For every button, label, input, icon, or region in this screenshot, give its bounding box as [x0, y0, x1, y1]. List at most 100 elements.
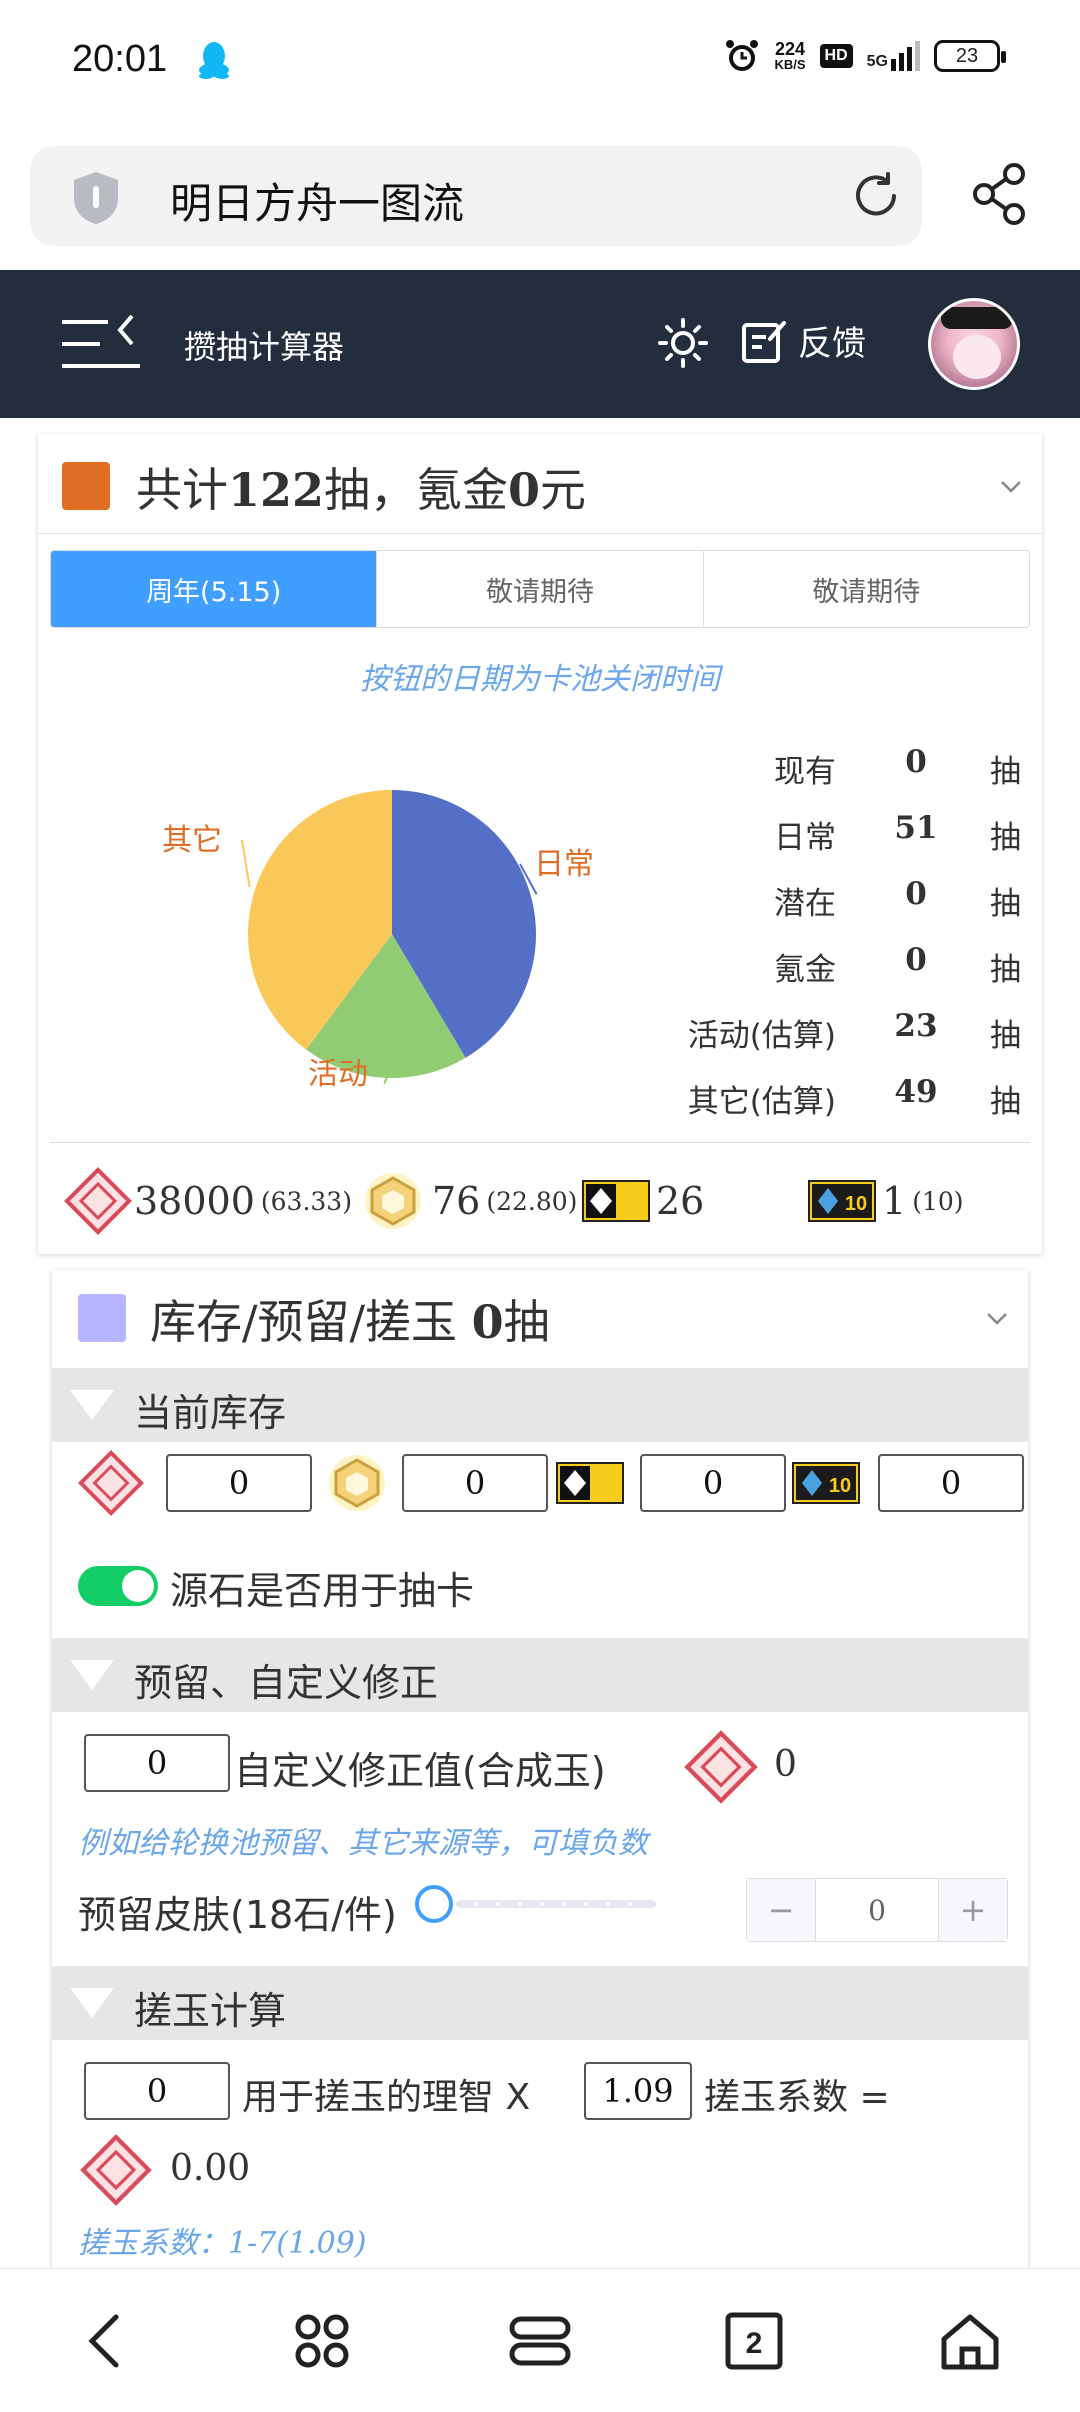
feedback-button[interactable]: 反馈 [740, 316, 866, 365]
home-icon[interactable] [938, 2309, 1002, 2373]
signal-icon: 5G [867, 41, 920, 71]
originium-icon [329, 1455, 385, 1511]
pull-source-pie-chart: 日常活动 其它 [162, 790, 594, 1092]
grind-coefficient-input[interactable]: 1.09 [584, 2062, 692, 2120]
inventory-title: 库存/预留/搓玉 0抽 [150, 1295, 550, 1349]
custom-correction-result: 0 [774, 1744, 797, 1785]
skin-stepper: − 0 + [746, 1878, 1008, 1942]
tab-coming-soon-2[interactable]: 敬请期待 [702, 551, 1029, 627]
total-pulls: 122 [228, 463, 325, 517]
ten-ticket-count-label: 10 [845, 1193, 867, 1215]
shield-icon[interactable] [70, 170, 122, 226]
grind-hint: 搓玉系数：1-7(1.09) [78, 2226, 367, 2261]
edit-icon [742, 320, 786, 363]
triangle-down-icon [70, 1660, 114, 1690]
headhunting-ticket-icon [582, 1180, 650, 1222]
increment-button[interactable]: + [939, 1879, 1007, 1941]
address-bar[interactable]: 明日方舟一图流 [30, 146, 922, 246]
summary-header[interactable]: 共计122抽，氪金0元 [38, 434, 1042, 534]
divider [50, 1142, 1030, 1143]
pie-label-0: 日常 [534, 847, 594, 882]
theme-sun-icon[interactable] [658, 318, 708, 368]
ten-ticket-count-label: 10 [829, 1475, 851, 1497]
resource-summary: 38000 (63.33) 76 (22.80) 26 10 1 (10) [62, 1162, 1022, 1240]
battery-level: 23 [955, 44, 979, 67]
pie-label-1: 活动 [308, 1057, 368, 1092]
tab-anniversary[interactable]: 周年(5.15) [51, 551, 377, 627]
inventory-header[interactable]: 库存/预留/搓玉 0抽 [52, 1270, 1028, 1368]
section-reserve[interactable]: 预留、自定义修正 [52, 1638, 1028, 1712]
use-originium-label: 源石是否用于抽卡 [170, 1569, 475, 1613]
inventory-color-marker [78, 1294, 126, 1342]
custom-correction-input[interactable]: 0 [84, 1734, 230, 1792]
feedback-label: 反馈 [798, 324, 866, 364]
status-time: 20:01 [72, 38, 168, 80]
menu-collapse-icon[interactable] [62, 314, 140, 374]
stat-row: 日常 51 抽 [774, 810, 1021, 856]
originium-icon [365, 1173, 421, 1229]
grind-result: 0.00 [170, 2148, 251, 2189]
battery-icon: 23 [934, 40, 1006, 72]
speed-value: 224 [774, 39, 806, 59]
section-current-inventory[interactable]: 当前库存 [52, 1368, 1028, 1442]
app-title: 攒抽计算器 [184, 328, 345, 366]
qq-penguin-icon [199, 42, 229, 79]
alarm-icon [726, 40, 759, 71]
network-type: 5G [866, 53, 888, 70]
stat-row: 潜在 0 抽 [774, 876, 1021, 922]
total-money: 0 [508, 463, 541, 517]
skin-slider[interactable] [414, 1884, 664, 1924]
ten-pull-ticket-icon: 10 [808, 1180, 876, 1222]
pie-label-2: 其它 [162, 823, 222, 858]
reserve-hint: 例如给轮换池预留、其它来源等，可填负数 [78, 1826, 648, 1861]
orundum-icon [78, 1450, 144, 1516]
orundum-total: 38000 (63.33) [62, 1162, 352, 1240]
ten-pull-ticket-icon: 10 [792, 1462, 860, 1504]
originium-total: 76 (22.80) [362, 1162, 577, 1240]
tab-coming-soon-1[interactable]: 敬请期待 [376, 551, 702, 627]
triangle-down-icon [70, 1988, 114, 2018]
page-title[interactable]: 明日方舟一图流 [170, 170, 464, 231]
orundum-icon [80, 2134, 152, 2206]
back-icon[interactable] [76, 2309, 140, 2373]
section-title: 搓玉计算 [134, 1989, 287, 2033]
hd-badge: HD [819, 44, 853, 68]
browser-bottom-nav: 2 [0, 2268, 1080, 2412]
ten-ticket-input[interactable]: 0 [878, 1454, 1024, 1512]
grind-coefficient-label: 搓玉系数 = [704, 2077, 890, 2118]
chevron-down-icon[interactable] [1000, 480, 1022, 494]
triangle-down-icon [70, 1390, 114, 1420]
tabs-icon[interactable]: 2 [722, 2309, 786, 2373]
section-grind[interactable]: 搓玉计算 [52, 1966, 1028, 2040]
summary-color-marker [62, 462, 110, 510]
menu-icon[interactable] [508, 2309, 572, 2373]
orundum-input[interactable]: 0 [166, 1454, 312, 1512]
pool-tabs: 周年(5.15) 敬请期待 敬请期待 [50, 550, 1030, 628]
speed-unit: KB/S [774, 57, 806, 72]
use-originium-toggle[interactable] [78, 1566, 158, 1606]
inventory-inputs: 0 0 0 10 0 [52, 1440, 1028, 1550]
skin-count[interactable]: 0 [815, 1879, 939, 1941]
originium-input[interactable]: 0 [402, 1454, 548, 1512]
orundum-icon [64, 1167, 132, 1235]
headhunting-ticket-icon [556, 1462, 624, 1504]
chevron-down-icon[interactable] [986, 1312, 1008, 1326]
apps-icon[interactable] [290, 2309, 354, 2373]
stat-row: 活动(估算) 23 抽 [687, 1008, 1021, 1054]
svg-text:2: 2 [746, 2327, 763, 2360]
status-bar: 20:01 224 KB/S HD 5G 23 [0, 0, 1080, 125]
stat-row: 氪金 0 抽 [774, 942, 1021, 988]
summary-card: 共计122抽，氪金0元 周年(5.15) 敬请期待 敬请期待 按钮的日期为卡池关… [38, 434, 1042, 1254]
stat-row: 其它(估算) 49 抽 [687, 1074, 1021, 1120]
decrement-button[interactable]: − [747, 1879, 815, 1941]
refresh-icon[interactable] [848, 168, 904, 224]
ticket-input[interactable]: 0 [640, 1454, 786, 1512]
network-speed: 224 KB/S [774, 40, 805, 72]
sanity-input[interactable]: 0 [84, 2062, 230, 2120]
avatar[interactable] [928, 298, 1020, 390]
orundum-icon [684, 1730, 758, 1804]
inventory-pulls: 0 [471, 1295, 504, 1349]
ticket-total: 26 [582, 1162, 704, 1240]
inventory-card: 库存/预留/搓玉 0抽 当前库存 0 0 0 10 0 源石是否用于抽卡 预留、… [52, 1270, 1028, 2270]
share-icon[interactable] [970, 162, 1030, 226]
